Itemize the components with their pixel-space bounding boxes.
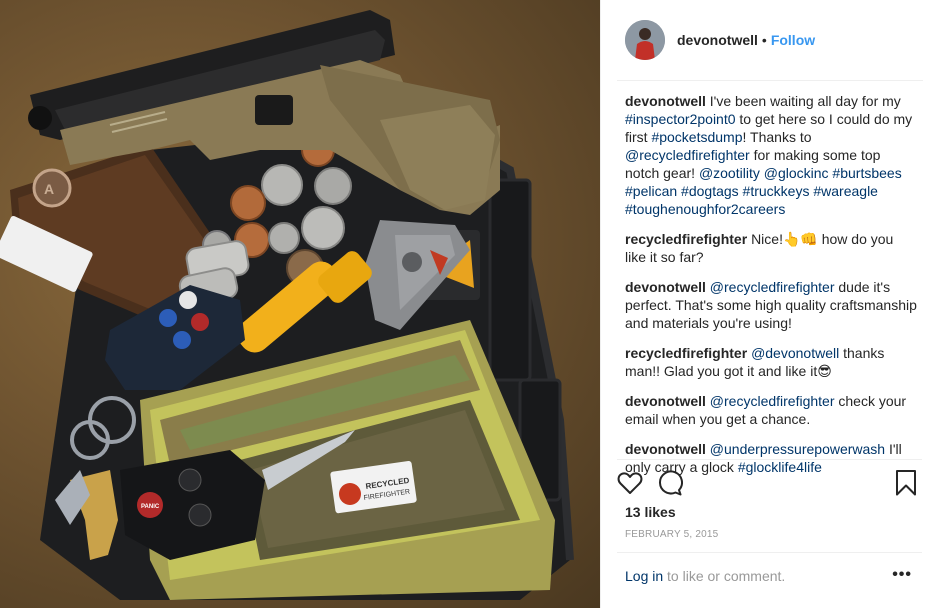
comment-tag-link[interactable]: #pelican — [625, 183, 677, 199]
comment-tag-link[interactable]: #inspector2point0 — [625, 111, 736, 127]
comment-tag-link[interactable]: #dogtags — [681, 183, 739, 199]
comment-button[interactable] — [653, 466, 687, 500]
follow-button[interactable]: Follow — [771, 32, 815, 48]
actions-divider — [617, 459, 922, 460]
likes-count[interactable]: 13 likes — [625, 504, 676, 520]
comment-username[interactable]: devonotwell — [625, 279, 706, 295]
comment-username[interactable]: devonotwell — [625, 393, 706, 409]
comments-list: devonotwell I've been waiting all day fo… — [625, 92, 917, 488]
user-avatar-icon — [625, 20, 665, 60]
post-photo[interactable]: A RECYCLED FIREFIGHTER PANIC — [0, 0, 600, 608]
comment-item: devonotwell @recycledfirefighter dude it… — [625, 278, 917, 332]
login-link[interactable]: Log in — [625, 568, 663, 584]
post-sidebar: devonotwell • Follow devonotwell I've be… — [600, 0, 938, 608]
avatar[interactable] — [625, 20, 665, 60]
svg-text:A: A — [44, 181, 54, 197]
bookmark-icon — [896, 470, 916, 496]
login-suffix: to like or comment. — [663, 568, 786, 584]
comment-text: I've been waiting all day for my — [709, 93, 901, 109]
save-button[interactable] — [889, 466, 923, 500]
comment-tag-link[interactable]: @recycledfirefighter — [710, 393, 835, 409]
comment-tag-link[interactable]: @glockinc — [764, 165, 829, 181]
footer-divider — [617, 552, 922, 553]
comment-tag-link[interactable]: #pocketsdump — [651, 129, 742, 145]
pocket-dump-illustration: A RECYCLED FIREFIGHTER PANIC — [0, 10, 574, 600]
comment-username[interactable]: recycledfirefighter — [625, 231, 747, 247]
comment-username[interactable]: recycledfirefighter — [625, 345, 747, 361]
header-divider — [617, 80, 923, 81]
comment-tag-link[interactable]: @devonotwell — [751, 345, 839, 361]
comment-tag-link[interactable]: @zootility — [699, 165, 760, 181]
action-bar — [613, 466, 923, 500]
comment-tag-link[interactable]: @recycledfirefighter — [710, 279, 835, 295]
comment-item: devonotwell @recycledfirefighter check y… — [625, 392, 917, 428]
more-options-button[interactable]: ••• — [892, 566, 912, 584]
heart-icon — [617, 472, 643, 494]
comment-item: recycledfirefighter Nice!👆👊 how do you l… — [625, 230, 917, 266]
comment-tag-link[interactable]: #burtsbees — [832, 165, 901, 181]
comment-item: devonotwell I've been waiting all day fo… — [625, 92, 917, 218]
like-button[interactable] — [613, 466, 647, 500]
comment-item: recycledfirefighter @devonotwell thanks … — [625, 344, 917, 380]
comment-icon — [658, 470, 683, 496]
header-separator: • — [761, 32, 767, 48]
post-username[interactable]: devonotwell — [677, 32, 758, 48]
login-prompt: Log in to like or comment. — [625, 568, 785, 584]
comment-tag-link[interactable]: @recycledfirefighter — [625, 147, 750, 163]
fob-panic-label: PANIC — [141, 504, 160, 510]
comment-username[interactable]: devonotwell — [625, 93, 706, 109]
comment-tag-link[interactable]: @underpressurepowerwash — [710, 441, 885, 457]
post-date[interactable]: FEBRUARY 5, 2015 — [625, 529, 718, 540]
comment-tag-link[interactable]: #toughenoughfor2careers — [625, 201, 785, 217]
comment-username[interactable]: devonotwell — [625, 441, 706, 457]
comment-tag-link[interactable]: #wareagle — [813, 183, 878, 199]
comment-tag-link[interactable]: #truckkeys — [743, 183, 810, 199]
comment-text: ! Thanks to — [742, 129, 812, 145]
post-header: devonotwell • Follow — [601, 0, 938, 81]
